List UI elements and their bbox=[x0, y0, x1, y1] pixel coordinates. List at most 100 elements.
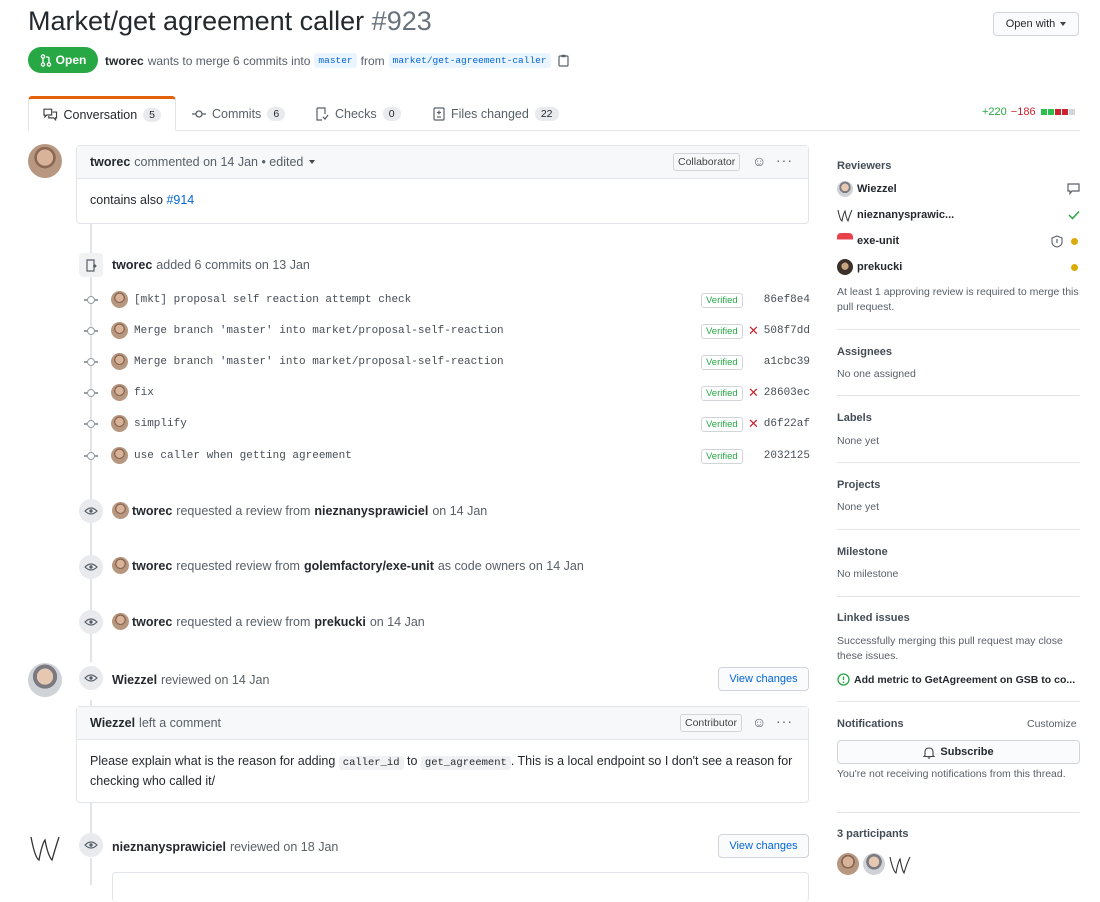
head-branch[interactable]: market/get-agreement-caller bbox=[388, 53, 551, 68]
smiley-icon[interactable]: ☺ bbox=[752, 153, 766, 169]
requester[interactable]: tworec bbox=[132, 559, 172, 573]
avatar-tworec[interactable] bbox=[112, 557, 129, 574]
commit-row[interactable]: fix Verified ✕ 28603ec bbox=[84, 383, 810, 403]
requested-reviewer[interactable]: prekucki bbox=[314, 615, 365, 629]
verified-badge[interactable]: Verified bbox=[701, 385, 743, 401]
commit-sha[interactable]: a1cbc39 bbox=[764, 356, 810, 368]
commit-sha[interactable]: 28603ec bbox=[764, 387, 810, 399]
subscribe-button[interactable]: Subscribe bbox=[837, 740, 1080, 764]
commit-sha[interactable]: 86ef8e4 bbox=[764, 294, 810, 306]
avatar-wiezzel[interactable] bbox=[28, 663, 62, 697]
avatar-tworec[interactable] bbox=[112, 502, 129, 519]
milestone-title[interactable]: Milestone bbox=[837, 546, 888, 558]
requester[interactable]: tworec bbox=[132, 615, 172, 629]
avatar-tworec[interactable] bbox=[111, 291, 128, 308]
tab-conversation[interactable]: Conversation 5 bbox=[28, 96, 176, 131]
avatar-tworec[interactable] bbox=[28, 144, 62, 178]
pr-state-label: Open bbox=[55, 53, 87, 67]
participant-avatar[interactable] bbox=[837, 853, 859, 875]
x-icon[interactable]: ✕ bbox=[748, 323, 759, 339]
commit-row[interactable]: simplify Verified ✕ d6f22af bbox=[84, 414, 810, 434]
request-text: requested a review from bbox=[176, 615, 311, 629]
pr-number: #923 bbox=[371, 6, 432, 36]
commit-sha[interactable]: d6f22af bbox=[764, 418, 810, 430]
reviewer-row[interactable]: nieznanysprawic... bbox=[837, 206, 1080, 224]
reviewer-name[interactable]: Wiezzel bbox=[112, 673, 157, 687]
commit-message[interactable]: Merge branch 'master' into market/propos… bbox=[134, 325, 504, 337]
commit-message[interactable]: fix bbox=[134, 387, 154, 399]
commit-row[interactable]: Merge branch 'master' into market/propos… bbox=[84, 352, 810, 372]
requested-reviewer[interactable]: nieznanysprawiciel bbox=[314, 504, 428, 518]
avatar-nieznanysprawiciel bbox=[837, 209, 853, 222]
verified-badge[interactable]: Verified bbox=[701, 323, 743, 339]
assignees-title[interactable]: Assignees bbox=[837, 346, 892, 358]
reviewers-title[interactable]: Reviewers bbox=[837, 160, 891, 172]
commit-message[interactable]: use caller when getting agreement bbox=[134, 450, 352, 462]
open-with-button[interactable]: Open with bbox=[993, 12, 1079, 36]
diffstat: +220 −186 bbox=[982, 106, 1075, 118]
commit-message[interactable]: Merge branch 'master' into market/propos… bbox=[134, 356, 504, 368]
commit-message[interactable]: simplify bbox=[134, 418, 187, 430]
tab-files-changed[interactable]: Files changed 22 bbox=[433, 96, 559, 131]
tab-checks-label: Checks bbox=[335, 106, 377, 121]
verified-badge[interactable]: Verified bbox=[701, 354, 743, 370]
participant-avatar[interactable] bbox=[863, 853, 885, 875]
kebab-icon[interactable]: ··· bbox=[776, 713, 793, 729]
verified-badge[interactable]: Verified bbox=[701, 448, 743, 464]
repo-push-icon bbox=[79, 253, 103, 277]
commit-row[interactable]: use caller when getting agreement Verifie… bbox=[84, 446, 810, 466]
caret-down-icon[interactable] bbox=[309, 160, 316, 164]
projects-title[interactable]: Projects bbox=[837, 479, 880, 491]
commit-sha[interactable]: 508f7dd bbox=[764, 325, 810, 337]
commit-row[interactable]: [mkt] proposal self reaction attempt che… bbox=[84, 290, 810, 310]
sidebar-divider bbox=[837, 529, 1080, 530]
review-request: tworec requested a review from prekucki … bbox=[132, 615, 425, 629]
linked-issue-link[interactable]: Add metric to GetAgreement on GSB to co.… bbox=[837, 673, 1080, 686]
avatar-tworec[interactable] bbox=[111, 447, 128, 464]
reviewer-row[interactable]: exe-unit bbox=[837, 232, 1080, 250]
avatar-tworec[interactable] bbox=[111, 322, 128, 339]
commit-message[interactable]: [mkt] proposal self reaction attempt che… bbox=[134, 294, 411, 306]
avatar-tworec[interactable] bbox=[112, 613, 129, 630]
customize-link[interactable]: Customize bbox=[1027, 718, 1077, 730]
avatar-nieznanysprawiciel[interactable] bbox=[29, 834, 61, 864]
comment-author[interactable]: Wiezzel bbox=[90, 716, 135, 730]
avatar-tworec[interactable] bbox=[111, 415, 128, 432]
issue-link[interactable]: #914 bbox=[166, 193, 194, 207]
verified-badge[interactable]: Verified bbox=[701, 292, 743, 308]
labels-value: None yet bbox=[837, 435, 880, 447]
commit-sha[interactable]: 2032125 bbox=[764, 450, 810, 462]
x-icon[interactable]: ✕ bbox=[748, 416, 759, 432]
smiley-icon[interactable]: ☺ bbox=[752, 714, 766, 730]
pr-author-link[interactable]: tworec bbox=[105, 54, 144, 68]
assignees-value: No one assigned bbox=[837, 368, 916, 380]
review-requirement-note: At least 1 approving review is required … bbox=[837, 286, 1079, 313]
verified-badge[interactable]: Verified bbox=[701, 416, 743, 432]
clipboard-icon[interactable] bbox=[557, 54, 569, 67]
view-changes-button[interactable]: View changes bbox=[718, 667, 809, 691]
check-icon bbox=[1068, 210, 1080, 220]
reviewer-name[interactable]: nieznanysprawiciel bbox=[112, 840, 226, 854]
tab-checks[interactable]: Checks 0 bbox=[316, 96, 401, 131]
view-changes-button[interactable]: View changes bbox=[718, 834, 809, 858]
commit-row[interactable]: Merge branch 'master' into market/propos… bbox=[84, 321, 810, 341]
reviewer-row[interactable]: Wiezzel bbox=[837, 180, 1080, 198]
commits-author[interactable]: tworec bbox=[112, 258, 152, 272]
reviewer-row[interactable]: prekucki bbox=[837, 258, 1080, 276]
requested-team[interactable]: golemfactory/exe-unit bbox=[304, 559, 434, 573]
tab-commits[interactable]: Commits 6 bbox=[192, 96, 286, 131]
avatar-tworec[interactable] bbox=[111, 353, 128, 370]
labels-title[interactable]: Labels bbox=[837, 412, 872, 424]
x-icon[interactable]: ✕ bbox=[748, 385, 759, 401]
linked-issues-title[interactable]: Linked issues bbox=[837, 612, 910, 624]
participant-avatar[interactable] bbox=[889, 855, 911, 875]
comment-author[interactable]: tworec bbox=[90, 155, 130, 169]
notifications-title: Notifications bbox=[837, 718, 904, 730]
eye-icon bbox=[79, 666, 103, 690]
inline-code: get_agreement bbox=[420, 756, 511, 770]
requester[interactable]: tworec bbox=[132, 504, 172, 518]
base-branch[interactable]: master bbox=[314, 53, 357, 68]
avatar-tworec[interactable] bbox=[111, 384, 128, 401]
kebab-icon[interactable]: ··· bbox=[776, 152, 793, 168]
inline-code: caller_id bbox=[338, 756, 404, 770]
